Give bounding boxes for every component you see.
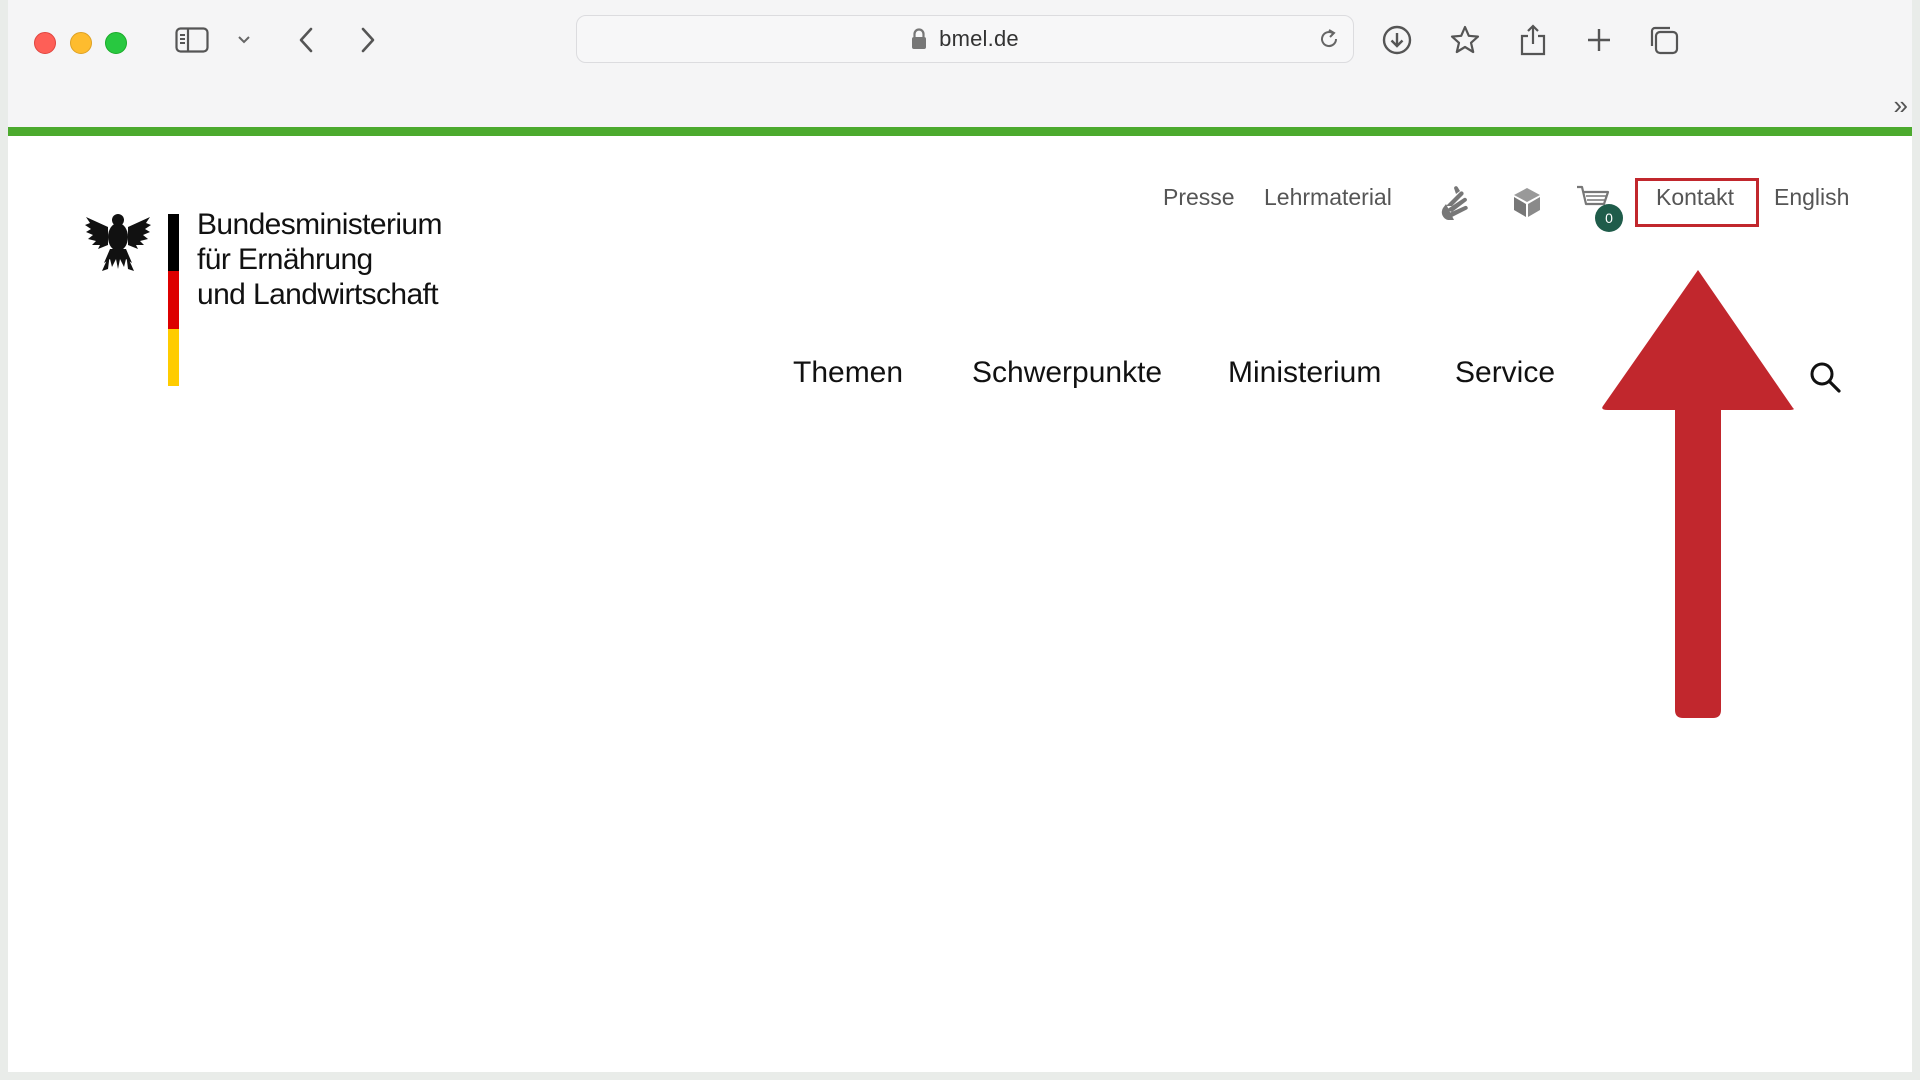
main-nav-service[interactable]: Service [1455, 356, 1555, 390]
chevron-left-icon[interactable] [294, 22, 318, 58]
star-icon[interactable] [1448, 22, 1482, 58]
ministry-name-line-3: und Landwirtschaft [197, 278, 439, 311]
meta-link-english[interactable]: English [1774, 184, 1849, 211]
meta-link-kontakt[interactable]: Kontakt [1656, 184, 1734, 211]
plus-icon[interactable] [1582, 22, 1616, 58]
flag-stripe-gold [168, 328, 179, 386]
meta-link-presse[interactable]: Presse [1163, 184, 1235, 211]
annotation-arrow-up-icon [1602, 270, 1794, 718]
sidebar-icon[interactable] [172, 22, 212, 58]
meta-link-lehrmaterial[interactable]: Lehrmaterial [1264, 184, 1392, 211]
main-nav-ministerium[interactable]: Ministerium [1228, 356, 1381, 390]
flag-stripe-red [168, 271, 179, 329]
close-window-button[interactable] [34, 32, 56, 54]
site-accent-bar [8, 127, 1912, 136]
share-icon[interactable] [1516, 22, 1550, 58]
url-text: bmel.de [939, 26, 1019, 51]
browser-window: bmel.de » Bundesministerium für Ernährun… [8, 0, 1912, 1072]
toolbar-overflow-button[interactable]: » [1894, 90, 1908, 121]
ministry-name-line-1: Bundesministerium [197, 208, 443, 241]
browser-toolbar: bmel.de » [8, 0, 1912, 127]
federal-eagle-icon [85, 214, 151, 271]
cart-count-badge: 0 [1595, 204, 1623, 232]
german-flag-bar [168, 214, 179, 386]
lock-icon [911, 28, 927, 50]
search-icon[interactable] [1808, 360, 1842, 399]
ministry-name: Bundesministerium für Ernährung und Land… [197, 207, 517, 312]
tabs-icon[interactable] [1646, 22, 1682, 58]
address-bar[interactable]: bmel.de [576, 15, 1354, 63]
sidebar-menu-chevron-down-icon[interactable] [234, 22, 254, 58]
main-nav-themen[interactable]: Themen [793, 356, 903, 390]
main-nav-schwerpunkte[interactable]: Schwerpunkte [972, 356, 1162, 390]
zoom-window-button[interactable] [105, 32, 127, 54]
flag-stripe-black [168, 214, 179, 272]
cube-icon[interactable] [1512, 186, 1542, 223]
minimize-window-button[interactable] [70, 32, 92, 54]
chevron-right-icon[interactable] [356, 22, 380, 58]
ministry-name-line-2: für Ernährung [197, 243, 373, 276]
sign-language-icon[interactable] [1440, 186, 1472, 227]
reload-icon[interactable] [1317, 27, 1341, 56]
download-icon[interactable] [1380, 22, 1414, 58]
